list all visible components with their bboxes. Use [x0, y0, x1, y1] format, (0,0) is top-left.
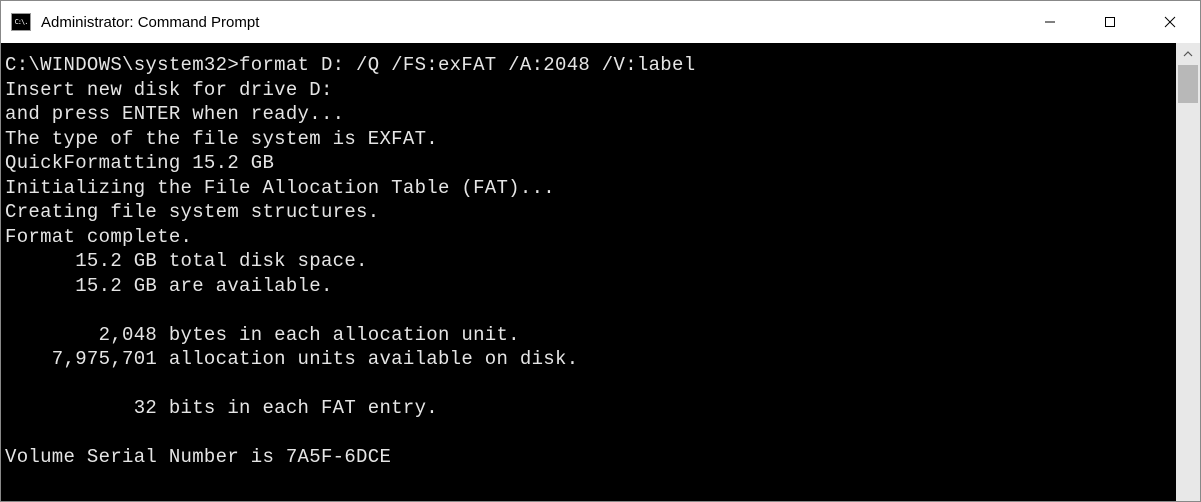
scrollbar-track[interactable]	[1176, 43, 1200, 501]
titlebar-left: C:\. Administrator: Command Prompt	[11, 13, 259, 31]
cmd-app-icon: C:\.	[11, 13, 31, 31]
scroll-up-button[interactable]	[1176, 43, 1200, 65]
chevron-up-icon	[1183, 49, 1193, 59]
terminal-output[interactable]: C:\WINDOWS\system32>format D: /Q /FS:exF…	[1, 43, 1176, 501]
window-title: Administrator: Command Prompt	[41, 14, 259, 31]
close-icon	[1164, 16, 1176, 28]
maximize-button[interactable]	[1080, 1, 1140, 43]
minimize-icon	[1044, 16, 1056, 28]
minimize-button[interactable]	[1020, 1, 1080, 43]
cmd-icon-text: C:\.	[15, 18, 28, 26]
scrollbar-thumb[interactable]	[1178, 65, 1198, 103]
close-button[interactable]	[1140, 1, 1200, 43]
window-titlebar: C:\. Administrator: Command Prompt	[1, 1, 1200, 43]
terminal-container: C:\WINDOWS\system32>format D: /Q /FS:exF…	[1, 43, 1200, 501]
window-controls	[1020, 1, 1200, 43]
maximize-icon	[1104, 16, 1116, 28]
